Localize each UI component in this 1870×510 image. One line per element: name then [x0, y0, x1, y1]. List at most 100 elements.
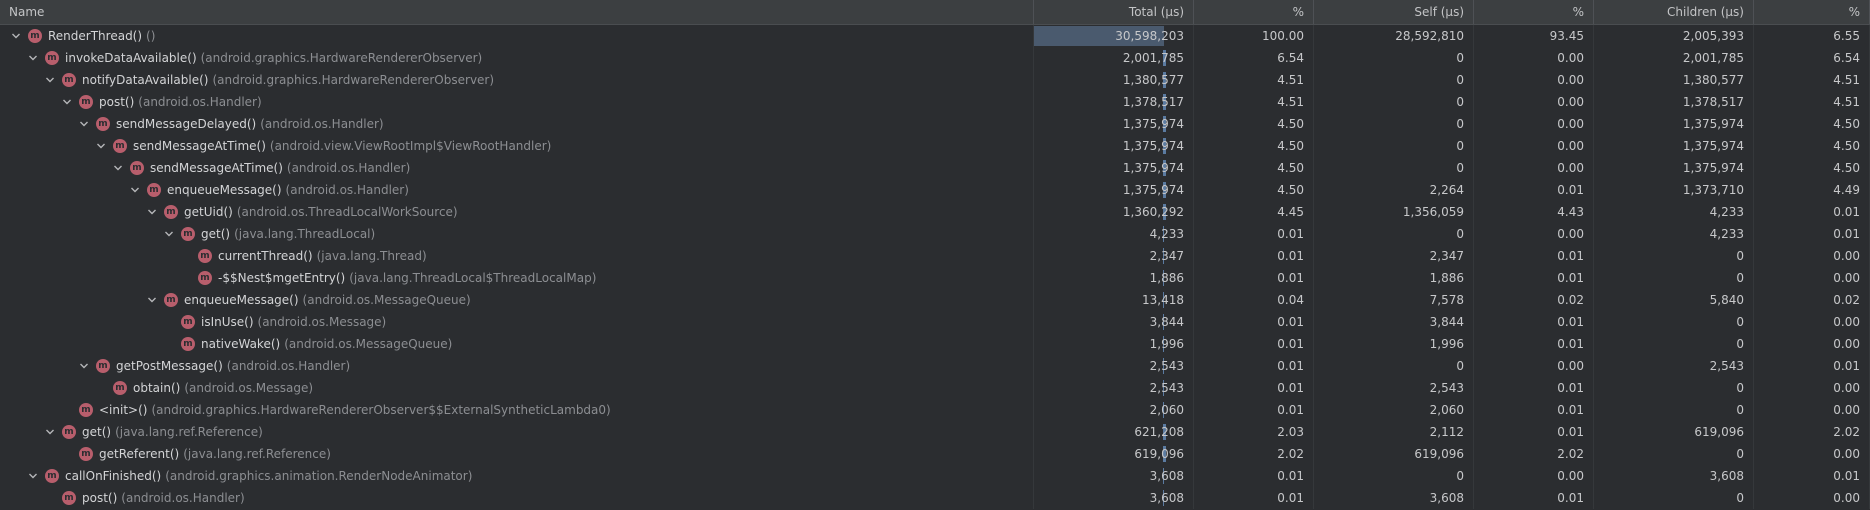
tree-node-name-cell: m sendMessageAtTime() (android.view.ViewRo… [0, 135, 1034, 157]
chevron-down-icon[interactable] [95, 135, 107, 157]
tree-row[interactable]: m notifyDataAvailable() (android.graphics.… [0, 69, 1870, 91]
tree-row[interactable]: m sendMessageAtTime() (android.os.Handler)… [0, 157, 1870, 179]
self-pct-value: 0.00 [1474, 355, 1594, 377]
chevron-down-icon[interactable] [163, 223, 175, 245]
method-icon: m [96, 117, 110, 131]
method-class: () [146, 29, 156, 43]
chevron-down-icon[interactable] [129, 179, 141, 201]
method-name: notifyDataAvailable() [82, 73, 209, 87]
tree-row[interactable]: m sendMessageAtTime() (android.view.ViewRo… [0, 135, 1870, 157]
self-pct-value: 4.43 [1474, 201, 1594, 223]
method-class: (java.lang.ref.Reference) [115, 425, 263, 439]
self-pct-value: 0.00 [1474, 113, 1594, 135]
self-pct-value: 0.01 [1474, 245, 1594, 267]
tree-row[interactable]: m callOnFinished() (android.graphics.anima… [0, 465, 1870, 487]
method-name: obtain() [133, 381, 181, 395]
total-cell: 1,360,292 [1034, 201, 1194, 223]
tree-row[interactable]: m currentThread() (java.lang.Thread) 2,347 0… [0, 245, 1870, 267]
children-pct-value: 0.01 [1754, 201, 1870, 223]
children-pct-value: 4.51 [1754, 91, 1870, 113]
total-pct-value: 4.50 [1194, 157, 1314, 179]
tree-row[interactable]: m post() (android.os.Handler) 3,608 0.01 3,60… [0, 487, 1870, 509]
tree-node-name-cell: m isInUse() (android.os.Message) [0, 311, 1034, 333]
total-cell: 4,233 [1034, 223, 1194, 245]
tree-row[interactable]: m get() (java.lang.ref.Reference) 621,208 2.… [0, 421, 1870, 443]
total-cell: 2,001,785 [1034, 47, 1194, 69]
column-header-children[interactable]: Children (µs) [1594, 0, 1754, 24]
children-pct-value: 0.01 [1754, 465, 1870, 487]
tree-row[interactable]: m sendMessageDelayed() (android.os.Handler… [0, 113, 1870, 135]
total-cell: 1,375,974 [1034, 179, 1194, 201]
method-class: (android.view.ViewRootImpl$ViewRootHandl… [269, 139, 552, 153]
total-value: 3,608 [1149, 469, 1184, 483]
children-pct-value: 0.00 [1754, 245, 1870, 267]
method-name: callOnFinished() [65, 469, 162, 483]
method-class: (android.os.Message) [257, 315, 387, 329]
method-icon: m [28, 29, 42, 43]
chevron-down-icon[interactable] [44, 69, 56, 91]
chevron-down-icon[interactable] [78, 355, 90, 377]
children-pct-value: 0.00 [1754, 333, 1870, 355]
method-class: (android.graphics.HardwareRendererObserv… [200, 51, 483, 65]
total-value: 4,233 [1149, 227, 1184, 241]
tree-row[interactable]: m invokeDataAvailable() (android.graphics.… [0, 47, 1870, 69]
chevron-down-icon[interactable] [44, 421, 56, 443]
children-value: 4,233 [1594, 201, 1754, 223]
total-pct-value: 0.01 [1194, 465, 1314, 487]
column-header-children-pct[interactable]: % [1754, 0, 1870, 24]
chevron-down-icon[interactable] [78, 113, 90, 135]
chevron-down-icon[interactable] [27, 47, 39, 69]
method-name: -$$Nest$mgetEntry() [218, 271, 346, 285]
method-name: sendMessageAtTime() [133, 139, 266, 153]
empty-caret-space [180, 267, 192, 289]
total-pct-value: 0.01 [1194, 245, 1314, 267]
method-icon: m [130, 161, 144, 175]
total-pct-value: 4.45 [1194, 201, 1314, 223]
tree-row[interactable]: m get() (java.lang.ThreadLocal) 4,233 0.01 0 0… [0, 223, 1870, 245]
chevron-down-icon[interactable] [27, 465, 39, 487]
tree-row[interactable]: m enqueueMessage() (android.os.MessageQueu… [0, 289, 1870, 311]
tree-row[interactable]: m isInUse() (android.os.Message) 3,844 0.01 3… [0, 311, 1870, 333]
total-cell: 3,608 [1034, 487, 1194, 509]
chevron-down-icon[interactable] [10, 25, 22, 47]
children-value: 0 [1594, 333, 1754, 355]
method-icon: m [113, 381, 127, 395]
tree-row[interactable]: m -$$Nest$mgetEntry() (java.lang.ThreadLoc… [0, 267, 1870, 289]
tree-row[interactable]: m post() (android.os.Handler) 1,378,517 4.51… [0, 91, 1870, 113]
chevron-down-icon[interactable] [112, 157, 124, 179]
chevron-down-icon[interactable] [146, 289, 158, 311]
column-header-total-pct[interactable]: % [1194, 0, 1314, 24]
column-header-name[interactable]: Name [0, 0, 1034, 24]
self-pct-value: 0.00 [1474, 47, 1594, 69]
total-value: 2,060 [1149, 403, 1184, 417]
tree-row[interactable]: m <init>() (android.graphics.HardwareRende… [0, 399, 1870, 421]
self-value: 0 [1314, 135, 1474, 157]
tree-node-name-cell: m getReferent() (java.lang.ref.Reference) [0, 443, 1034, 465]
tree-node-name-cell: m invokeDataAvailable() (android.graphics.… [0, 47, 1034, 69]
tree-row[interactable]: m getPostMessage() (android.os.Handler) 2,5… [0, 355, 1870, 377]
children-value: 2,543 [1594, 355, 1754, 377]
chevron-down-icon[interactable] [146, 201, 158, 223]
tree-row[interactable]: m getReferent() (java.lang.ref.Reference) 6… [0, 443, 1870, 465]
tree-row[interactable]: m nativeWake() (android.os.MessageQueue) 1,… [0, 333, 1870, 355]
self-pct-value: 0.01 [1474, 421, 1594, 443]
method-icon: m [45, 51, 59, 65]
self-pct-value: 0.00 [1474, 91, 1594, 113]
column-header-self[interactable]: Self (µs) [1314, 0, 1474, 24]
tree-row[interactable]: m enqueueMessage() (android.os.Handler) 1,3… [0, 179, 1870, 201]
children-value: 5,840 [1594, 289, 1754, 311]
self-pct-value: 0.01 [1474, 333, 1594, 355]
chevron-down-icon[interactable] [61, 91, 73, 113]
empty-caret-space [61, 443, 73, 465]
total-pct-value: 0.01 [1194, 377, 1314, 399]
self-value: 2,347 [1314, 245, 1474, 267]
column-header-self-pct[interactable]: % [1474, 0, 1594, 24]
method-class: (android.os.Handler) [260, 117, 384, 131]
column-header-total[interactable]: Total (µs) [1034, 0, 1194, 24]
method-class: (android.os.ThreadLocalWorkSource) [236, 205, 458, 219]
method-icon: m [62, 425, 76, 439]
tree-row[interactable]: m obtain() (android.os.Message) 2,543 0.01 2,… [0, 377, 1870, 399]
tree-row[interactable]: m getUid() (android.os.ThreadLocalWorkSour… [0, 201, 1870, 223]
total-value: 1,375,974 [1122, 139, 1184, 153]
tree-row[interactable]: m RenderThread()() 30,598,203 100.00 28,592,… [0, 25, 1870, 47]
